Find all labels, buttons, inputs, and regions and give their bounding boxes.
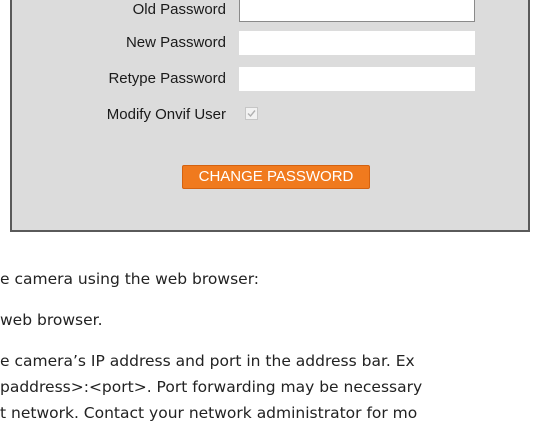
retype-password-row: Retype Password [12, 67, 528, 91]
modify-onvif-row: Modify Onvif User [12, 103, 528, 127]
doc-line-3: e camera’s IP address and port in the ad… [0, 352, 415, 370]
change-password-button[interactable]: CHANGE PASSWORD [182, 165, 370, 189]
change-password-panel: Old Password New Password Retype Passwor… [10, 0, 530, 232]
doc-line-5: t network. Contact your network administ… [0, 404, 418, 422]
new-password-row: New Password [12, 31, 528, 55]
old-password-row: Old Password [12, 0, 528, 22]
new-password-label: New Password [125, 34, 226, 51]
retype-password-label: Retype Password [108, 70, 226, 87]
modify-onvif-label: Modify Onvif User [106, 106, 226, 123]
retype-password-field[interactable] [239, 67, 475, 91]
modify-onvif-checkbox[interactable] [245, 107, 258, 120]
doc-line-4: paddress>:<port>. Port forwarding may be… [0, 378, 423, 396]
old-password-label: Old Password [132, 1, 226, 18]
new-password-field[interactable] [239, 31, 475, 55]
doc-line-2: web browser. [0, 311, 103, 329]
doc-line-1: e camera using the web browser: [0, 270, 260, 288]
checkmark-icon [247, 110, 256, 118]
old-password-field[interactable] [239, 0, 475, 22]
